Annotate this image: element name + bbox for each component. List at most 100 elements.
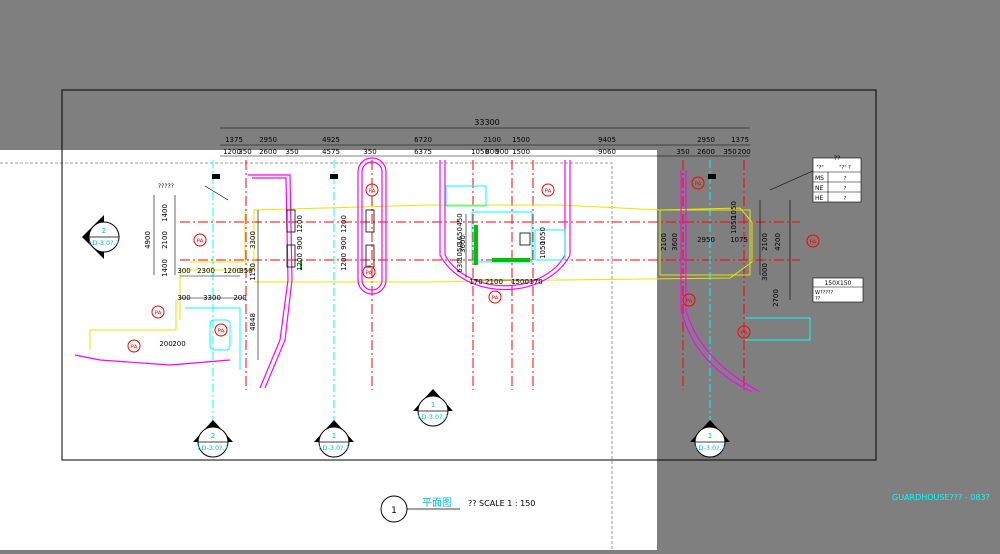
top-dim-2: 2600 (697, 148, 715, 156)
lower-left-dim: 300 (177, 294, 190, 302)
pa-marker-label: PA (695, 182, 702, 188)
right-dim: 2700 (772, 289, 780, 307)
top-dim-2: 350 (723, 148, 736, 156)
lower-left-dim: 300 (177, 267, 190, 275)
legend-header-2: "?" ? (839, 165, 851, 171)
center-dim: 630 (456, 259, 464, 272)
lower-left-dim: 1200 (223, 267, 241, 275)
right-dim: 1075 (730, 236, 748, 244)
section-marker-number: 1 (332, 432, 336, 440)
top-dim-2: 6375 (414, 148, 432, 156)
right-dim: 2100 (761, 233, 769, 251)
top-dim-2: 1500 (512, 148, 530, 156)
top-dim-1: 2100 (483, 136, 501, 144)
left-dim: 1400 (161, 259, 169, 277)
pa-marker-label: PA (810, 240, 817, 246)
top-dim-2: 9060 (598, 148, 616, 156)
center-dim: 1050 (539, 241, 547, 259)
top-dim-2: 200 (737, 148, 750, 156)
top-dim-1: 1500 (512, 136, 530, 144)
center-dim: 170 (469, 278, 482, 286)
pa-marker-label: PA (686, 299, 693, 305)
section-marker-number: 2 (211, 432, 215, 440)
pa-marker-label: PA (197, 239, 204, 245)
floor-plan-drawing: 1375 2950 4925 6720 2100 1500 9405 2950 13751200… (0, 89, 990, 550)
section-marker-ref: LD-3.0?.? (319, 444, 349, 452)
note-box: 150X150 W????? ?? (812, 277, 864, 303)
section-marker-number: 1 (431, 401, 435, 409)
center-dim: 1200 (296, 253, 304, 271)
left-dim: 3300 (249, 231, 257, 249)
legend-title: ?? (834, 155, 840, 162)
cad-viewport[interactable]: 1375 2950 4925 6720 2100 1500 9405 2950 1375 1200… (0, 0, 1000, 550)
overall-dimension: 33300 (474, 118, 499, 127)
section-marker-ref: LD-3.0?.? (695, 444, 725, 452)
center-dim: 1200 (296, 215, 304, 233)
sheet-reference: GUARDHOUSE??? - 083? (892, 493, 990, 502)
center-dim: 450 (456, 213, 464, 226)
lower-left-dim: 200 (159, 340, 172, 348)
paper-sheet (0, 150, 657, 550)
title-number: 1 (391, 506, 397, 516)
pa-marker-label: PA (155, 311, 162, 317)
section-marker-ref: LD-3.0?.? (89, 239, 119, 247)
right-dim: 1050 (730, 216, 738, 234)
lower-left-dim: 200 (172, 340, 185, 348)
pa-marker-label: PA (366, 271, 373, 277)
pa-marker: PA (682, 293, 696, 307)
lower-left-dim: 350 (239, 267, 252, 275)
right-dim: 3000 (761, 263, 769, 281)
pa-marker: PA (806, 234, 820, 248)
top-dim-2: 900 (495, 148, 508, 156)
top-dim-1: 2950 (259, 136, 277, 144)
top-dim-1: 1375 (225, 136, 243, 144)
pa-marker-label: PA (545, 189, 552, 195)
legend-row-2-text: ? (844, 186, 847, 192)
gate-label: ????? (158, 183, 174, 190)
top-dim-1: 1375 (731, 136, 749, 144)
section-marker-ref: LD-3.0?.? (198, 444, 228, 452)
center-dim: 900 (296, 236, 304, 249)
right-dim: 2100 (660, 233, 668, 251)
legend-row-3-code: HE (815, 195, 824, 202)
pa-marker-label: PA (492, 296, 499, 302)
legend-row-1-code: MS (815, 175, 824, 182)
legend-header-1: "?" (816, 165, 823, 171)
section-marker-number: 1 (708, 432, 712, 440)
note-sub: ?? (815, 296, 821, 302)
pa-marker-label: PA (131, 345, 138, 351)
right-dim: 3600 (671, 233, 679, 251)
legend-table: ?? "?" "?" ? MS ? NE ? HE ? (812, 155, 862, 203)
pa-marker-label: PA (741, 331, 748, 337)
section-marker-ref: LD-3.0?.? (418, 413, 448, 421)
left-dim: 2100 (161, 231, 169, 249)
top-dim-2: 350 (363, 148, 376, 156)
pa-marker-label: PA (218, 329, 225, 335)
lower-left-dim: 2300 (197, 267, 215, 275)
section-marker-number: 2 (102, 227, 106, 235)
pa-marker-label: PA (369, 189, 376, 195)
left-dim: 1400 (161, 204, 169, 222)
center-dim: 1200 (340, 215, 348, 233)
center-dim: 900 (340, 236, 348, 249)
center-dim: 1500 (511, 278, 529, 286)
top-dim-1: 4925 (322, 136, 340, 144)
center-dim: 2100 (485, 278, 503, 286)
top-dim-1: 6720 (414, 136, 432, 144)
top-dim-2: 350 (238, 148, 251, 156)
top-dim-2: 4575 (322, 148, 340, 156)
top-dim-2: 2600 (259, 148, 277, 156)
center-dim: 170 (529, 278, 542, 286)
center-dim: 1650 (456, 227, 464, 245)
lower-left-dim: 200 (233, 294, 246, 302)
legend-row-3-text: ? (844, 196, 847, 202)
left-dim: 4848 (249, 313, 257, 331)
legend-row-2-code: NE (815, 185, 823, 192)
center-dim: 1200 (340, 253, 348, 271)
right-dim: 2950 (697, 236, 715, 244)
lower-left-dim: 3300 (203, 294, 221, 302)
legend-row-1-text: ? (844, 176, 847, 182)
top-dim-1: 9405 (598, 136, 616, 144)
right-dim: 4200 (774, 233, 782, 251)
drawing-title: 平面图 (422, 497, 452, 509)
